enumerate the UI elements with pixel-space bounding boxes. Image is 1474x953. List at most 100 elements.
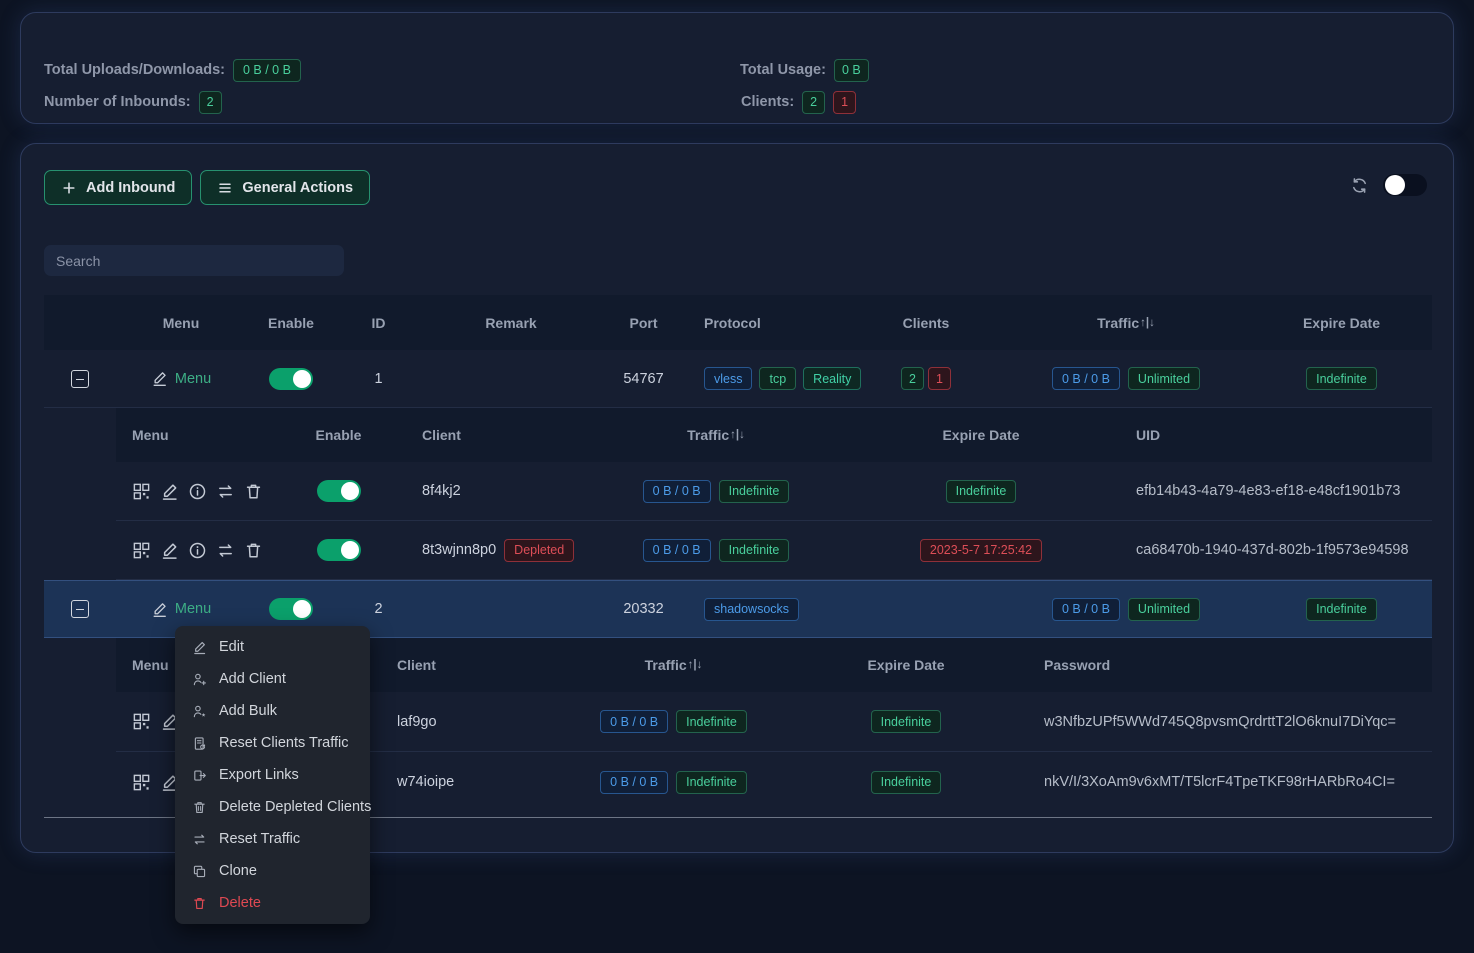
edit-client-icon[interactable] xyxy=(160,541,179,560)
traffic-total-badge: Unlimited xyxy=(1128,367,1200,390)
info-icon[interactable] xyxy=(188,482,207,501)
depleted-badge: Depleted xyxy=(504,539,574,562)
menu-item-delete-depleted-clients[interactable]: Delete Depleted Clients xyxy=(175,791,370,823)
edit-client-icon[interactable] xyxy=(160,482,179,501)
traffic-limit-badge: Indefinite xyxy=(676,710,747,733)
header-traffic[interactable]: Traffic↑|↓ xyxy=(601,427,831,443)
export-icon xyxy=(192,768,207,783)
trash-clients-icon xyxy=(192,800,207,815)
inbound-menu-button[interactable]: Menu xyxy=(151,601,211,618)
header-menu: Menu xyxy=(116,427,286,443)
plus-icon xyxy=(61,180,77,196)
traffic-badge: 0 B / 0 B xyxy=(643,480,711,503)
client-enable-toggle[interactable] xyxy=(317,480,361,502)
inbound-row-1: Menu 1 54767 vless tcp Reality 2 1 0 B /… xyxy=(44,350,1432,408)
expire-badge: 2023-5-7 17:25:42 xyxy=(920,539,1042,562)
total-usage-label: Total Usage: xyxy=(740,62,826,78)
menu-item-reset-traffic[interactable]: Reset Traffic xyxy=(175,823,370,855)
collapse-row-button[interactable] xyxy=(71,600,89,618)
delete-client-icon[interactable] xyxy=(244,482,263,501)
clients-active-count: 2 xyxy=(901,367,924,390)
client-uid: ca68470b-1940-437d-802b-1f9573e94598 xyxy=(1131,542,1432,558)
reset-traffic-icon[interactable] xyxy=(216,482,235,501)
inbound-enable-toggle[interactable] xyxy=(269,368,313,390)
qr-code-icon[interactable] xyxy=(132,482,151,501)
client-table-header: Menu Enable Client Traffic↑|↓ Expire Dat… xyxy=(116,408,1432,462)
menu-item-add-bulk[interactable]: Add Bulk xyxy=(175,695,370,727)
header-expire-date: Expire Date xyxy=(831,427,1131,443)
client-password: w3NfbzUPf5WWd745Q8pvsmQrdrttT2lO6knuI7Di… xyxy=(1021,714,1432,730)
clients-count-label: Clients: xyxy=(741,94,794,110)
inbound-port: 54767 xyxy=(601,371,686,387)
client-name: 8f4kj2 xyxy=(391,483,601,499)
reset-traffic-icon[interactable] xyxy=(216,541,235,560)
collapse-row-button[interactable] xyxy=(71,370,89,388)
edit-pencil-icon xyxy=(151,601,168,618)
delete-client-icon[interactable] xyxy=(244,541,263,560)
qr-code-icon[interactable] xyxy=(132,712,151,731)
menu-item-edit[interactable]: Edit xyxy=(175,631,370,663)
expire-badge: Indefinite xyxy=(871,710,942,733)
header-expire-date: Expire Date xyxy=(1251,315,1432,331)
header-id: ID xyxy=(336,315,421,331)
edit-icon xyxy=(192,640,207,655)
client-row: 8t3wjnn8p0 Depleted 0 B / 0 B Indefinite… xyxy=(116,521,1432,580)
traffic-badge: 0 B / 0 B xyxy=(643,539,711,562)
inbounds-table-header: Menu Enable ID Remark Port Protocol Clie… xyxy=(44,295,1432,350)
client-enable-toggle[interactable] xyxy=(317,539,361,561)
search-input[interactable] xyxy=(44,245,344,276)
client-name: 8t3wjnn8p0 xyxy=(422,542,496,558)
header-client: Client xyxy=(391,427,601,443)
protocol-tag: shadowsocks xyxy=(704,598,799,621)
total-updown-badge: 0 B / 0 B xyxy=(233,59,301,82)
qr-code-icon[interactable] xyxy=(132,541,151,560)
expire-badge: Indefinite xyxy=(1306,367,1377,390)
header-client: Client xyxy=(366,657,556,673)
general-actions-button[interactable]: General Actions xyxy=(200,170,370,205)
user-add-icon xyxy=(192,672,207,687)
header-traffic[interactable]: Traffic↑|↓ xyxy=(1001,315,1251,331)
inbound-menu-button[interactable]: Menu xyxy=(151,370,211,387)
traffic-badge: 0 B / 0 B xyxy=(600,771,668,794)
header-enable: Enable xyxy=(246,315,336,331)
total-usage-badge: 0 B xyxy=(834,59,869,82)
traffic-total-badge: Unlimited xyxy=(1128,598,1200,621)
client-name: w74ioipe xyxy=(366,774,556,790)
menu-item-clone[interactable]: Clone xyxy=(175,855,370,887)
inbound-id: 1 xyxy=(336,371,421,387)
user-bulk-icon xyxy=(192,704,207,719)
qr-code-icon[interactable] xyxy=(132,773,151,792)
inbound-enable-toggle[interactable] xyxy=(269,598,313,620)
clone-icon xyxy=(192,864,207,879)
toolbar: Add Inbound General Actions xyxy=(44,170,370,205)
clients-active-badge: 2 xyxy=(802,91,825,114)
transport-tag: tcp xyxy=(759,367,796,390)
inbounds-count-badge: 2 xyxy=(199,91,222,114)
header-uid: UID xyxy=(1131,427,1432,443)
inbound-port: 20332 xyxy=(601,601,686,617)
refresh-icon[interactable] xyxy=(1350,176,1369,195)
info-icon[interactable] xyxy=(188,541,207,560)
header-traffic[interactable]: Traffic↑|↓ xyxy=(556,657,791,673)
client-password: nkV/I/3XoAm9v6xMT/T5lcrF4TpeTKF98rHARbRo… xyxy=(1021,774,1432,790)
file-sync-icon xyxy=(192,736,207,751)
traffic-limit-badge: Indefinite xyxy=(719,480,790,503)
clients-depleted-badge: 1 xyxy=(833,91,856,114)
add-inbound-label: Add Inbound xyxy=(86,180,175,196)
header-protocol: Protocol xyxy=(686,315,851,331)
traffic-badge: 0 B / 0 B xyxy=(1052,367,1120,390)
client-table-vless: Menu Enable Client Traffic↑|↓ Expire Dat… xyxy=(116,408,1432,580)
sort-arrows: ↑|↓ xyxy=(1140,317,1155,329)
expire-badge: Indefinite xyxy=(946,480,1017,503)
menu-item-export-links[interactable]: Export Links xyxy=(175,759,370,791)
stats-card: Total Uploads/Downloads: 0 B / 0 B Numbe… xyxy=(20,12,1454,124)
auto-refresh-toggle[interactable] xyxy=(1383,174,1427,196)
clients-depleted-count: 1 xyxy=(928,367,951,390)
menu-item-reset-clients-traffic[interactable]: Reset Clients Traffic xyxy=(175,727,370,759)
menu-item-add-client[interactable]: Add Client xyxy=(175,663,370,695)
expire-badge: Indefinite xyxy=(1306,598,1377,621)
menu-bars-icon xyxy=(217,180,233,196)
add-inbound-button[interactable]: Add Inbound xyxy=(44,170,192,205)
menu-item-delete[interactable]: Delete xyxy=(175,887,370,919)
protocol-tag: vless xyxy=(704,367,752,390)
